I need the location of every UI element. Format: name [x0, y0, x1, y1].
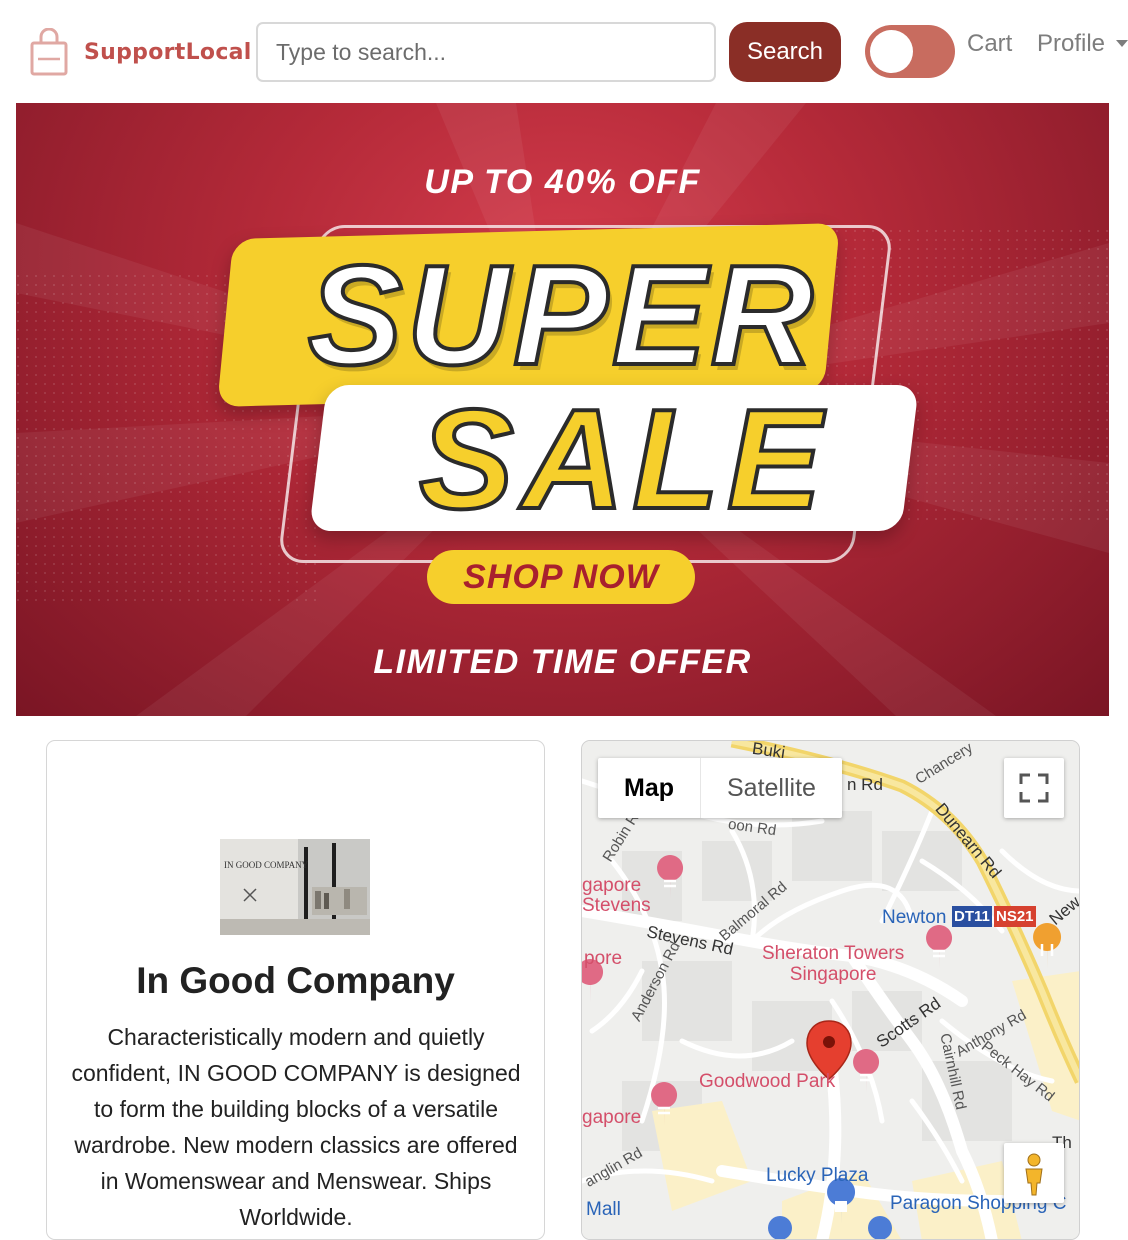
store-map[interactable]: Buki n Rd Chancery Dunearn Rd Robin R oo… — [581, 740, 1080, 1240]
store-card[interactable]: IN GOOD COMPANY In Good Company Characte… — [46, 740, 545, 1240]
store-description: Characteristically modern and quietly co… — [71, 1024, 521, 1230]
banner-discount-text: UP TO 40% OFF — [424, 163, 701, 201]
shopping-bag-icon — [30, 28, 68, 76]
map-label-lucky-plaza: Lucky Plaza — [766, 1165, 869, 1186]
store-image: IN GOOD COMPANY — [220, 839, 370, 935]
top-navbar: SupportLocal Search Cart Profile — [0, 0, 1128, 103]
banner-limited-text: LIMITED TIME OFFER — [373, 643, 752, 681]
map-label-singapore-bottom: gapore — [582, 1107, 642, 1128]
brand-name: SupportLocal — [84, 39, 252, 65]
tab-map[interactable]: Map — [598, 758, 700, 818]
mrt-badge-dt11: DT11 — [952, 906, 992, 927]
mrt-badge-ns21: NS21 — [994, 906, 1036, 927]
search-input[interactable] — [256, 22, 716, 82]
shop-now-button[interactable]: SHOP NOW — [427, 550, 695, 604]
map-label-rd: n Rd — [847, 775, 883, 794]
map-label-sheraton: Sheraton Towers Singapore — [762, 943, 905, 985]
nav-profile-dropdown[interactable]: Profile — [1037, 30, 1105, 58]
street-view-button[interactable] — [1004, 1143, 1064, 1203]
banner-title-super: SUPER — [306, 236, 818, 395]
toggle-knob — [870, 30, 913, 73]
map-label-singapore-stevens: gapore Stevens — [582, 875, 651, 916]
banner-title-sale: SALE — [417, 380, 830, 539]
fullscreen-icon — [1019, 773, 1049, 803]
store-title: In Good Company — [136, 960, 455, 1001]
tab-satellite[interactable]: Satellite — [701, 758, 842, 818]
map-label-goodwood: Goodwood Park — [699, 1071, 836, 1092]
store-image-lettering: IN GOOD COMPANY — [224, 860, 309, 870]
brand-logo[interactable]: SupportLocal — [30, 28, 252, 76]
theme-toggle[interactable] — [865, 25, 955, 78]
nav-cart-link[interactable]: Cart — [967, 30, 1012, 58]
chevron-down-icon[interactable] — [1116, 40, 1128, 47]
fullscreen-button[interactable] — [1004, 758, 1064, 818]
search-button[interactable]: Search — [729, 22, 841, 82]
map-label-pore: pore — [584, 948, 623, 969]
map-label-mall: Mall — [586, 1199, 621, 1220]
map-type-tabs: Map Satellite — [598, 758, 842, 818]
pegman-icon — [1025, 1153, 1043, 1196]
promo-banner[interactable]: UP TO 40% OFF SUPER SALE SHOP NOW LIMITE… — [16, 103, 1109, 716]
map-label-newton: Newton — [882, 907, 947, 928]
